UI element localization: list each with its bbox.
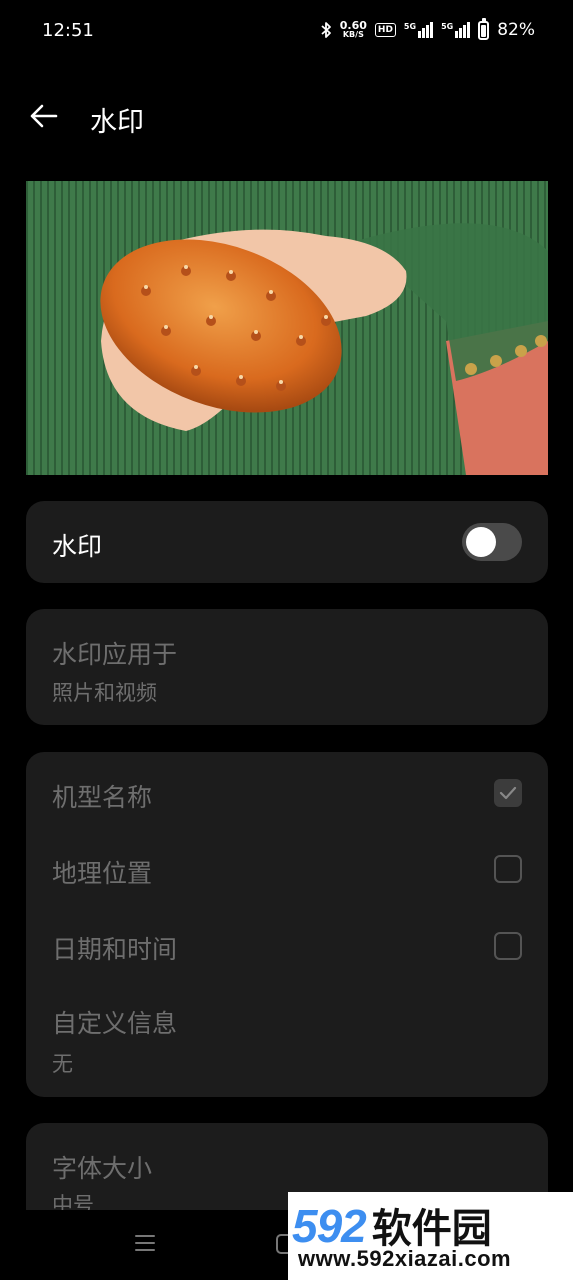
watermark-toggle-card[interactable]: 水印 [26, 501, 548, 583]
option-label: 机型名称 [52, 783, 153, 812]
status-icons: 0.60 KB/S HD 5G 5G 82% [320, 17, 535, 40]
watermark-url: www.592xiazai.com [298, 1246, 512, 1271]
apply-to-value: 照片和视频 [52, 681, 157, 705]
hd-icon: HD [374, 23, 396, 37]
watermark-toggle-label: 水印 [52, 532, 103, 561]
battery-icon [478, 17, 490, 40]
apply-to-label: 水印应用于 [52, 640, 178, 669]
option-label: 地理位置 [52, 859, 153, 888]
status-time: 12:51 [42, 20, 94, 41]
option-label: 日期和时间 [52, 935, 178, 964]
model-name-checkbox[interactable] [494, 779, 522, 807]
watermark-number: 592 [292, 1200, 367, 1252]
photo-preview [26, 181, 548, 475]
arrow-left-icon [30, 104, 58, 128]
date-time-checkbox[interactable] [494, 932, 522, 960]
page-title: 水印 [90, 107, 144, 138]
custom-info-value: 无 [52, 1052, 73, 1076]
toggle-knob [466, 527, 496, 557]
header: 水印 [0, 88, 573, 144]
location-checkbox[interactable] [494, 855, 522, 883]
status-bar: 12:51 0.60 KB/S HD 5G 5G 82% [0, 0, 573, 66]
site-watermark-logo: 592 软件园 www.592xiazai.com [288, 1192, 573, 1280]
bluetooth-icon [321, 22, 331, 38]
custom-info-label: 自定义信息 [52, 1009, 178, 1038]
font-size-label: 字体大小 [52, 1154, 153, 1183]
network-speed: 0.60 KB/S [339, 19, 367, 39]
apply-to-card[interactable]: 水印应用于 照片和视频 [26, 609, 548, 725]
watermark-options-card: 机型名称 地理位置 日期和时间 自定义信息 无 [26, 752, 548, 1097]
back-button[interactable] [26, 100, 62, 132]
menu-icon[interactable] [134, 1232, 156, 1254]
checkmark-icon [499, 786, 517, 800]
battery-percent: 82% [497, 20, 535, 40]
watermark-preview-image [26, 181, 548, 475]
watermark-toggle-switch[interactable] [462, 523, 522, 561]
signal-icon: 5G [441, 22, 471, 38]
signal-icon: 5G [404, 22, 434, 38]
